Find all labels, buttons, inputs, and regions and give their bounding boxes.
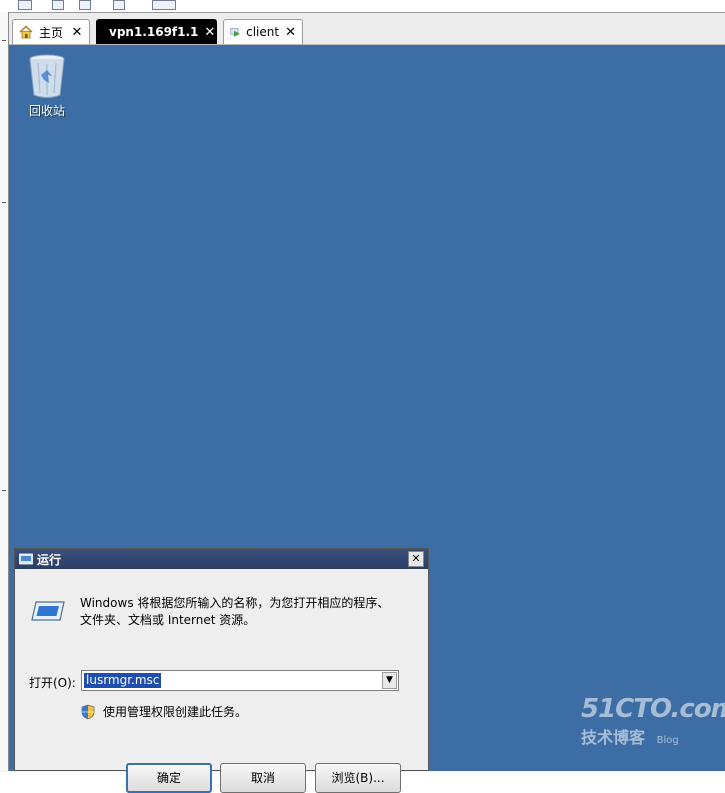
gutter-mark [2, 40, 6, 41]
home-icon [19, 25, 33, 39]
close-icon[interactable]: ✕ [408, 551, 424, 567]
uac-shield-icon [81, 704, 95, 719]
run-title: 运行 [37, 552, 62, 567]
close-icon[interactable]: ✕ [204, 25, 215, 40]
gutter-mark [2, 490, 6, 491]
run-description-line: Windows 将根据您所输入的名称，为您打开相应的程序、 [80, 596, 390, 610]
toolbar-icon[interactable] [52, 0, 64, 10]
open-combobox[interactable]: lusrmgr.msc ▼ [81, 670, 399, 691]
watermark: 51CTO.com 技术博客 Blog [581, 695, 725, 752]
watermark-blog: Blog [656, 735, 679, 746]
ok-button[interactable]: 确定 [126, 763, 212, 793]
close-icon[interactable]: ✕ [71, 25, 83, 40]
tab-label: vpn1.169f1.1 [109, 25, 199, 39]
watermark-site: 51CTO.com [581, 694, 725, 724]
run-program-icon [31, 601, 65, 621]
recycle-bin-label: 回收站 [28, 104, 65, 118]
chevron-down-icon[interactable]: ▼ [382, 672, 397, 689]
tab-client[interactable]: client ✕ [223, 19, 303, 44]
toolbar-strip [0, 0, 725, 12]
tab-vpn[interactable]: vpn1.169f1.1 ✕ [96, 19, 217, 44]
recycle-bin-icon [29, 54, 65, 98]
open-input[interactable]: lusrmgr.msc [84, 673, 162, 688]
browse-button[interactable]: 浏览(B)... [315, 763, 401, 793]
tab-bar: 主页 ✕ vpn1.169f1.1 ✕ client ✕ [9, 13, 725, 45]
tab-label: client [246, 25, 280, 39]
run-description-line: 文件夹、文档或 Internet 资源。 [80, 613, 256, 627]
toolbar-icon[interactable] [152, 0, 176, 10]
close-icon[interactable]: ✕ [285, 25, 296, 40]
toolbar-icon[interactable] [79, 0, 91, 10]
run-titlebar[interactable]: 运行 ✕ [15, 549, 428, 569]
watermark-tagline-text: 技术博客 [581, 728, 646, 747]
watermark-tagline: 技术博客 Blog [581, 727, 725, 752]
toolbar-icon[interactable] [113, 0, 125, 10]
recycle-bin[interactable]: 回收站 [21, 53, 73, 119]
admin-note: 使用管理权限创建此任务。 [103, 705, 248, 719]
run-window-icon [19, 553, 33, 565]
vm-running-icon [230, 28, 240, 37]
admin-note-row: 使用管理权限创建此任务。 [81, 703, 247, 720]
run-dialog: 运行 ✕ Windows 将根据您所输入的名称，为您打开相应的程序、 文件夹、文… [14, 548, 429, 793]
run-description: Windows 将根据您所输入的名称，为您打开相应的程序、 文件夹、文档或 In… [80, 595, 400, 629]
tab-label: 主页 [39, 25, 64, 40]
left-gutter [0, 12, 9, 771]
gutter-mark [2, 202, 6, 203]
open-label: 打开(O): [29, 676, 76, 690]
tab-home[interactable]: 主页 ✕ [12, 19, 90, 44]
toolbar-icon[interactable] [18, 0, 32, 10]
cancel-button[interactable]: 取消 [220, 763, 306, 793]
